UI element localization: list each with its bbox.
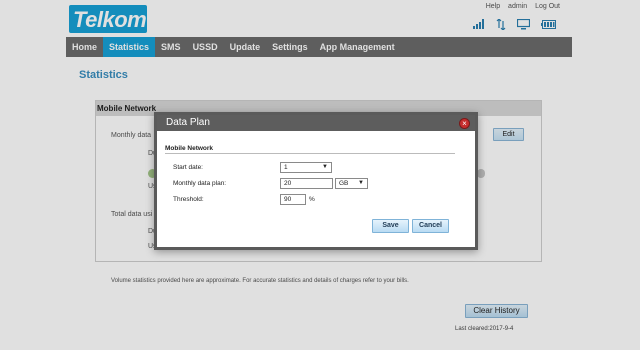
- dialog-title-bar: Data Plan ×: [157, 115, 475, 131]
- monthly-data-plan-input[interactable]: 20: [280, 178, 333, 189]
- threshold-unit: %: [309, 196, 315, 203]
- start-date-select[interactable]: 1 ▼: [280, 162, 332, 173]
- start-date-label: Start date:: [173, 164, 203, 171]
- cancel-button[interactable]: Cancel: [412, 219, 449, 233]
- threshold-label: Threshold:: [173, 196, 204, 203]
- dialog-section-title: Mobile Network: [165, 145, 455, 154]
- data-plan-dialog: Data Plan × Mobile Network Start date: 1…: [154, 112, 478, 250]
- data-unit-value: GB: [339, 180, 349, 187]
- threshold-value: 90: [284, 196, 292, 203]
- start-date-value: 1: [284, 164, 288, 171]
- monthly-data-plan-label: Monthly data plan:: [173, 180, 227, 187]
- monthly-data-plan-value: 20: [284, 180, 292, 187]
- chevron-down-icon: ▼: [322, 164, 328, 170]
- save-button[interactable]: Save: [372, 219, 409, 233]
- close-icon[interactable]: ×: [459, 118, 470, 129]
- chevron-down-icon: ▼: [358, 180, 364, 186]
- threshold-input[interactable]: 90: [280, 194, 306, 205]
- dialog-title: Data Plan: [166, 117, 210, 128]
- data-unit-select[interactable]: GB ▼: [335, 178, 368, 189]
